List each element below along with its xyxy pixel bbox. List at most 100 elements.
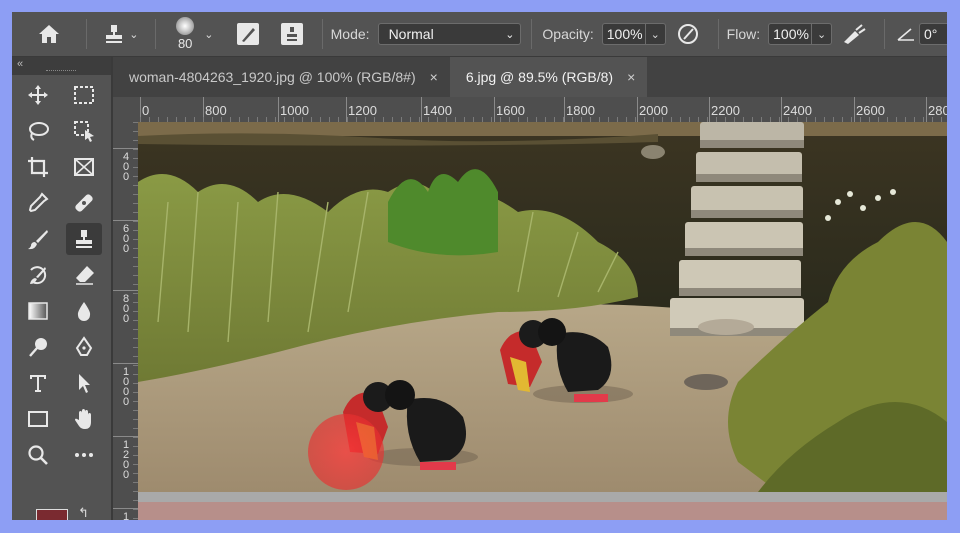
horizontal-ruler: 0 800 1000 1200 1400 1600 1800 2000 2200 2400 2600… [113,97,947,122]
foreground-color-swatch[interactable] [36,509,68,520]
flow-dropdown[interactable]: ⌄ [812,23,833,45]
close-icon[interactable]: × [627,69,635,85]
frame-tool[interactable] [66,151,102,183]
opacity-dropdown[interactable]: ⌄ [645,23,666,45]
path-select-icon [79,374,90,393]
hand-icon [75,409,91,429]
gradient-icon [28,302,48,320]
clone-source-icon [280,23,303,45]
hand-tool[interactable] [66,403,102,435]
ruler-origin[interactable] [113,97,138,122]
canvas-photo [138,122,947,520]
mode-value: Normal [388,26,434,42]
ruler-label: 400 [122,151,130,183]
clone-stamp-tool[interactable] [66,223,102,255]
tab-label: 6.jpg @ 89.5% (RGB/8) [465,69,614,85]
ruler-tick [278,97,279,122]
toggle-brush-settings-button[interactable] [226,22,270,46]
frame-icon [74,158,94,176]
tool-preset-picker[interactable]: ⌄ [95,23,147,45]
chevron-down-icon: ⌄ [505,28,515,41]
ruler-tick [854,97,855,122]
chevron-down-icon: ⌄ [817,28,827,41]
brush-preset-picker[interactable]: 80 ⌄ [164,17,226,51]
ruler-tick [494,97,495,122]
opacity-label: Opacity: [542,26,594,42]
ruler-label: 2200 [711,103,740,118]
quick-select-tool[interactable] [66,115,102,147]
ruler-label: 1 [122,511,130,521]
pressure-opacity-button[interactable] [666,22,710,46]
zoom-icon [28,445,48,465]
more-tools-icon [75,453,93,457]
ruler-tick [781,97,782,122]
history-brush-icon [30,266,47,285]
tab-6-jpg[interactable]: 6.jpg @ 89.5% (RGB/8) × [449,57,648,97]
toggle-clone-source-button[interactable] [270,22,314,46]
rectangle-tool[interactable] [20,403,56,435]
dodge-tool[interactable] [20,331,56,363]
ruler-label: 1200 [122,439,130,481]
tools-panel: ↰ [12,75,111,520]
ruler-tick [926,97,927,122]
zoom-tool[interactable] [20,439,56,471]
angle-input[interactable]: 0° [919,23,947,45]
flow-label: Flow: [726,26,761,42]
marquee-tool[interactable] [66,79,102,111]
angle-icon-label [893,26,919,42]
ruler-label: 2400 [783,103,812,118]
history-brush-tool[interactable] [20,259,56,291]
ruler-label: 600 [122,223,130,255]
pressure-icon [677,24,698,44]
move-tool[interactable] [20,79,56,111]
document-canvas[interactable] [138,122,947,520]
brush-cursor [308,414,384,490]
rectangle-icon [28,411,48,427]
eraser-tool[interactable] [66,259,102,291]
ruler-tick [564,97,565,122]
flow-input[interactable]: 100% [768,23,813,45]
airbrush-icon [844,24,866,44]
vertical-ruler: 400 600 800 1000 1200 1 [113,122,138,520]
type-tool[interactable] [20,367,56,399]
ruler-label: 1000 [280,103,309,118]
opacity-input[interactable]: 100% [601,23,646,45]
angle-icon [897,28,915,41]
tab-woman-jpg[interactable]: woman-4804263_1920.jpg @ 100% (RGB/8#) × [113,57,450,97]
brush-tool[interactable] [20,223,56,255]
toolbar-collapse-strip[interactable]: « [12,57,111,75]
chevron-down-icon: ⌄ [204,28,214,41]
ruler-label: 0 [142,103,150,118]
ruler-tick [113,290,138,291]
close-icon[interactable]: × [430,69,438,85]
crop-tool[interactable] [20,151,56,183]
more-tools-button[interactable] [66,439,102,471]
swap-colors-icon[interactable]: ↰ [78,505,89,520]
ruler-label: 1800 [566,103,595,118]
blur-tool[interactable] [66,295,102,327]
collapse-icon[interactable]: « [17,58,23,70]
brush-preview-icon [176,17,195,35]
pen-tool[interactable] [66,331,102,363]
gradient-tool[interactable] [20,295,56,327]
ruler-label: 2000 [639,103,668,118]
lasso-tool[interactable] [20,115,56,147]
move-icon [28,85,48,105]
ruler-tick [637,97,638,122]
mode-label: Mode: [330,26,370,42]
chevron-down-icon: ⌄ [650,28,660,41]
eyedropper-tool[interactable] [20,187,56,219]
mode-select[interactable]: Normal ⌄ [377,23,522,45]
brush-size: 80 [177,36,193,51]
healing-brush-tool[interactable] [66,187,102,219]
type-icon [30,375,46,392]
home-button[interactable] [12,12,86,56]
ruler-tick [709,97,710,122]
healing-brush-icon [75,194,93,212]
ruler-label: 1000 [122,366,130,408]
path-select-tool[interactable] [66,367,102,399]
airbrush-button[interactable] [832,23,876,45]
crop-icon [28,157,48,177]
chevron-down-icon: ⌄ [129,28,139,41]
clone-stamp-icon [106,25,123,43]
